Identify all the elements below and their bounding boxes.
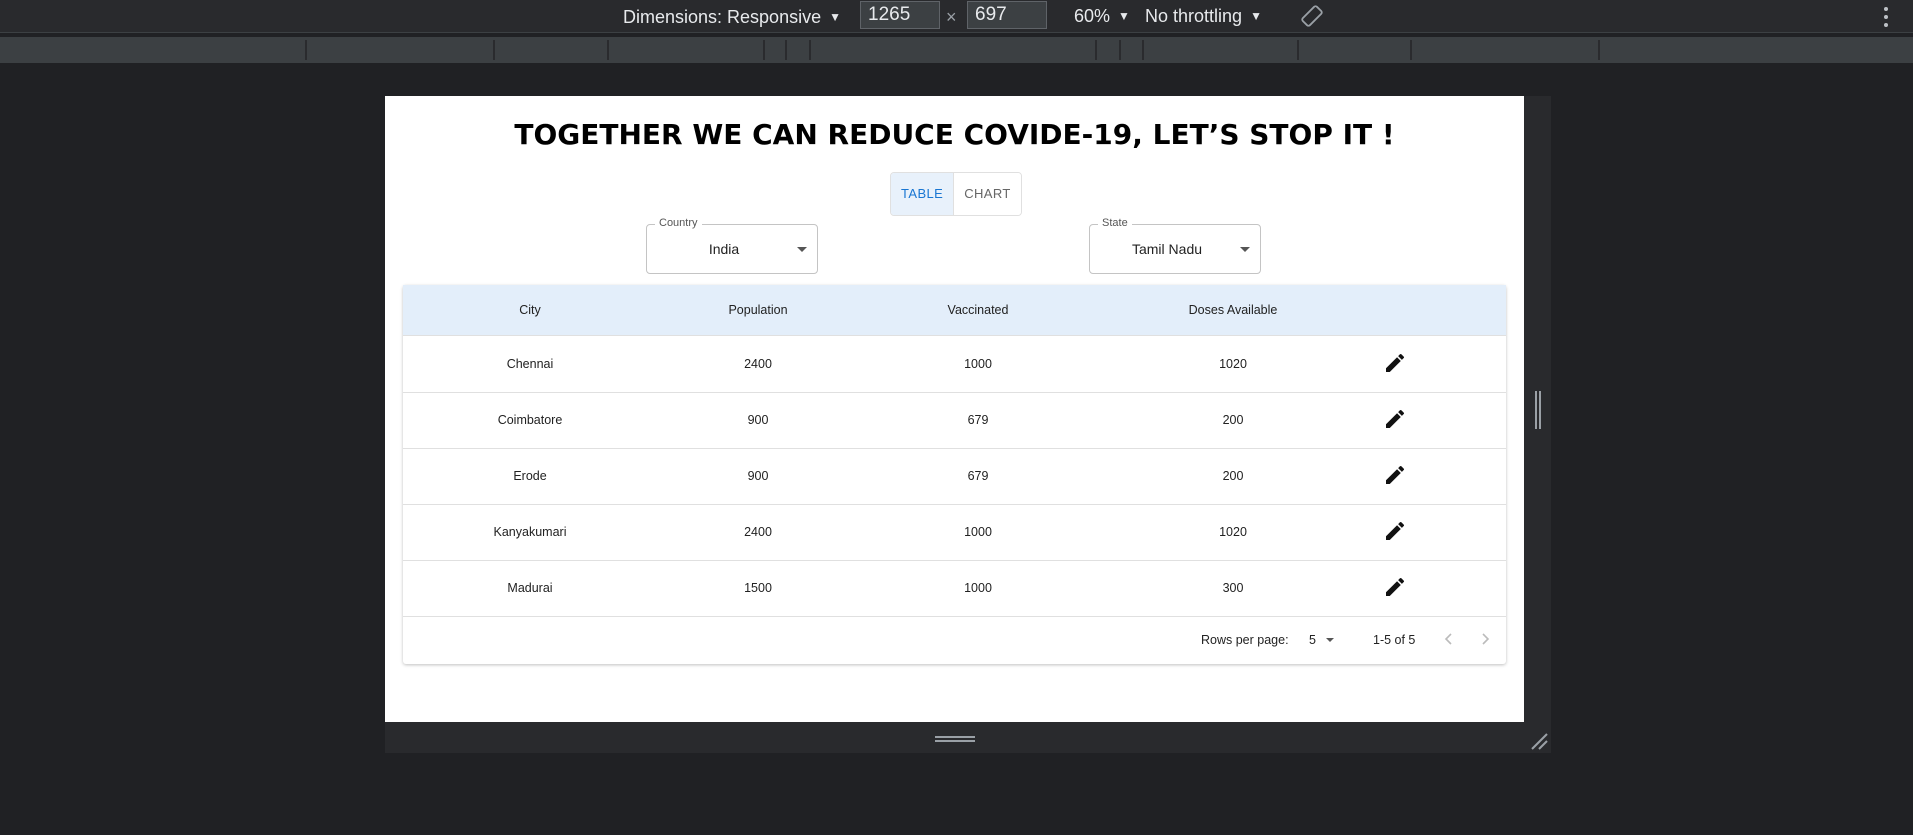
media-query-divider [607, 40, 609, 60]
viewport-right-resize-gutter [1524, 96, 1551, 753]
media-query-divider [1119, 40, 1121, 60]
throttling-label: No throttling [1145, 6, 1243, 26]
times-sign: × [946, 7, 957, 27]
chevron-left-icon[interactable] [1439, 629, 1459, 649]
column-header-doses-available: Doses Available [1188, 303, 1278, 317]
corner-resize-handle-icon[interactable] [1529, 731, 1549, 751]
cell-city: Erode [513, 469, 547, 483]
right-resize-handle[interactable] [1535, 391, 1541, 429]
country-select-label: Country [655, 217, 702, 229]
page-title: TOGETHER WE CAN REDUCE COVIDE-19, LET’S … [514, 118, 1395, 151]
cell-doses-available: 200 [1222, 469, 1244, 483]
vaccination-table: City Population Vaccinated Doses Availab… [403, 285, 1506, 664]
table-row: Kanyakumari 2400 1000 1020 [403, 504, 1506, 561]
viewport-bottom-resize-gutter [385, 722, 1551, 753]
table-row: Erode 900 679 200 [403, 448, 1506, 505]
table-row: Coimbatore 900 679 200 [403, 392, 1506, 449]
cell-city: Kanyakumari [493, 525, 567, 539]
cell-vaccinated: 679 [967, 469, 989, 483]
cell-population: 900 [747, 469, 769, 483]
view-toggle-group: TABLE CHART [890, 172, 1022, 216]
cell-doses-available: 300 [1222, 581, 1244, 595]
table-row: Chennai 2400 1000 1020 [403, 336, 1506, 393]
zoom-label: 60% [1074, 6, 1111, 26]
media-query-divider [1095, 40, 1097, 60]
pagination-range: 1-5 of 5 [1373, 633, 1416, 647]
rows-per-page-select[interactable]: 5 [1309, 633, 1316, 647]
media-query-divider [1410, 40, 1412, 60]
caret-down-icon [1240, 247, 1250, 252]
dimensions-dropdown[interactable]: Dimensions: Responsive ▼ [623, 6, 841, 28]
media-query-divider [763, 40, 765, 60]
rows-per-page-label: Rows per page: [1201, 633, 1289, 647]
caret-down-icon[interactable] [1326, 638, 1334, 642]
rotate-device-icon[interactable] [1300, 4, 1324, 28]
cell-population: 900 [747, 413, 769, 427]
caret-down-icon: ▼ [1250, 9, 1262, 23]
cell-population: 1500 [744, 581, 772, 595]
table-row: Madurai 1500 1000 300 [403, 560, 1506, 617]
caret-down-icon: ▼ [1118, 9, 1130, 23]
pencil-edit-icon[interactable] [1383, 519, 1407, 543]
state-select-label: State [1098, 217, 1132, 229]
media-query-divider [1142, 40, 1144, 60]
caret-down-icon [797, 247, 807, 252]
column-header-vaccinated: Vaccinated [947, 303, 1009, 317]
cell-doses-available: 1020 [1219, 357, 1247, 371]
zoom-dropdown[interactable]: 60% ▼ [1074, 6, 1130, 27]
emulated-page: TOGETHER WE CAN REDUCE COVIDE-19, LET’S … [385, 96, 1524, 722]
media-query-divider [1297, 40, 1299, 60]
media-query-divider [493, 40, 495, 60]
table-header-row: City Population Vaccinated Doses Availab… [403, 285, 1506, 336]
column-header-population: Population [728, 303, 788, 317]
column-header-city: City [519, 303, 541, 317]
cell-vaccinated: 1000 [964, 581, 992, 595]
cell-population: 2400 [744, 357, 772, 371]
dimensions-label: Dimensions: Responsive [623, 7, 822, 27]
media-query-divider [1598, 40, 1600, 60]
chevron-right-icon[interactable] [1475, 629, 1495, 649]
country-select-value: India [708, 241, 740, 257]
throttling-dropdown[interactable]: No throttling ▼ [1145, 6, 1262, 27]
cell-vaccinated: 1000 [964, 525, 992, 539]
cell-population: 2400 [744, 525, 772, 539]
cell-city: Coimbatore [497, 413, 563, 427]
media-query-divider [305, 40, 307, 60]
chart-view-toggle[interactable]: CHART [954, 173, 1021, 215]
pencil-edit-icon[interactable] [1383, 575, 1407, 599]
country-select[interactable]: Country India [646, 217, 818, 274]
bottom-resize-handle[interactable] [935, 736, 975, 742]
media-query-divider [785, 40, 787, 60]
cell-doses-available: 200 [1222, 413, 1244, 427]
caret-down-icon: ▼ [829, 10, 841, 24]
pencil-edit-icon[interactable] [1383, 351, 1407, 375]
state-select-value: Tamil Nadu [1131, 241, 1203, 257]
cell-vaccinated: 679 [967, 413, 989, 427]
table-view-toggle[interactable]: TABLE [891, 173, 955, 215]
devtools-device-toolbar: Dimensions: Responsive ▼ × 60% ▼ No thrott… [0, 0, 1913, 33]
state-select[interactable]: State Tamil Nadu [1089, 217, 1261, 274]
cell-doses-available: 1020 [1219, 525, 1247, 539]
viewport-width-input[interactable] [860, 1, 940, 29]
media-query-divider [809, 40, 811, 60]
table-pagination: Rows per page: 5 1-5 of 5 [403, 616, 1506, 664]
viewport-height-input[interactable] [967, 1, 1047, 29]
media-query-bar[interactable] [0, 37, 1913, 63]
more-options-icon[interactable] [1880, 4, 1892, 30]
pencil-edit-icon[interactable] [1383, 463, 1407, 487]
cell-vaccinated: 1000 [964, 357, 992, 371]
cell-city: Madurai [507, 581, 553, 595]
pencil-edit-icon[interactable] [1383, 407, 1407, 431]
cell-city: Chennai [506, 357, 554, 371]
